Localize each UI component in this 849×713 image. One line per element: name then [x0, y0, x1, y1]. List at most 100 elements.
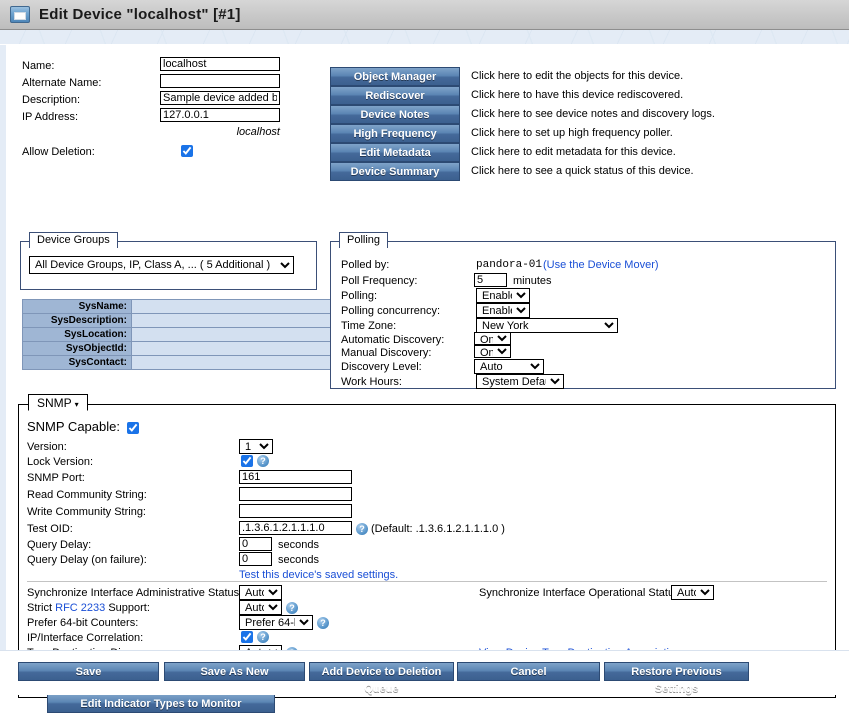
test-oid-label: Test OID:	[27, 523, 73, 535]
device-summary-button[interactable]: Device Summary	[330, 162, 460, 181]
table-row: SysName:	[22, 299, 331, 314]
hint-edit-metadata: Click here to edit metadata for this dev…	[471, 146, 676, 158]
cancel-button[interactable]: Cancel	[457, 662, 600, 681]
hint-rediscover: Click here to have this device rediscove…	[471, 89, 684, 101]
save-as-new-button[interactable]: Save As New	[164, 662, 305, 681]
syslocation-label: SysLocation:	[22, 327, 132, 342]
snmp-version-select[interactable]: 1	[239, 439, 273, 454]
restore-previous-settings-button[interactable]: Restore Previous Settings	[604, 662, 749, 695]
snmp-tab[interactable]: SNMP ▾	[28, 394, 88, 411]
test-saved-settings-link[interactable]: Test this device's saved settings.	[239, 569, 398, 581]
rfc-2233-link[interactable]: RFC 2233	[55, 602, 105, 614]
help-icon[interactable]: ?	[356, 523, 368, 535]
hint-object-manager: Click here to edit the objects for this …	[471, 70, 684, 82]
sysname-value	[131, 299, 331, 314]
allow-deletion-checkbox[interactable]	[181, 145, 193, 157]
device-groups-select[interactable]: All Device Groups, IP, Class A, ... ( 5 …	[29, 256, 294, 274]
device-groups-tab: Device Groups	[29, 232, 118, 248]
field-label-description: Description:	[22, 94, 81, 106]
description-input[interactable]	[160, 91, 280, 105]
query-delay-failure-input[interactable]	[239, 552, 272, 566]
polling-select[interactable]: Enabled	[476, 288, 530, 303]
polling-panel: Polling Polled by: pandora-01 (Use the D…	[330, 232, 836, 389]
discovery-level-label: Discovery Level:	[341, 361, 422, 373]
decorative-band	[0, 30, 849, 45]
help-icon[interactable]: ?	[257, 455, 269, 467]
snmp-tab-label: SNMP	[37, 396, 72, 410]
sysobjectid-label: SysObjectId:	[22, 341, 132, 356]
manual-discovery-select[interactable]: On	[474, 345, 511, 358]
snmp-capable-row: SNMP Capable:	[27, 419, 140, 435]
sync-oper-status-label: Synchronize Interface Operational Status…	[479, 587, 683, 599]
work-hours-label: Work Hours:	[341, 376, 402, 388]
poll-frequency-input[interactable]	[474, 273, 507, 287]
field-label-name: Name:	[22, 60, 55, 72]
work-hours-select[interactable]: System Default	[476, 374, 564, 389]
edit-indicator-types-button[interactable]: Edit Indicator Types to Monitor	[47, 693, 275, 713]
object-manager-button[interactable]: Object Manager	[330, 67, 460, 86]
chevron-down-icon[interactable]: ▾	[75, 400, 79, 409]
ip-interface-correlation-checkbox[interactable]	[241, 631, 253, 643]
edit-metadata-button[interactable]: Edit Metadata	[330, 143, 460, 162]
polling-tab: Polling	[339, 232, 389, 248]
help-icon[interactable]: ?	[317, 617, 329, 629]
allow-deletion-label: Allow Deletion:	[22, 146, 95, 158]
query-delay-failure-label: Query Delay (on failure):	[27, 554, 147, 566]
prefer-64bit-select[interactable]: Prefer 64-bit	[239, 615, 313, 630]
test-oid-input[interactable]	[239, 521, 352, 535]
add-to-deletion-queue-button[interactable]: Add Device to Deletion Queue	[309, 662, 454, 695]
table-row: SysObjectId:	[22, 341, 331, 356]
polled-by-value: pandora-01	[476, 259, 543, 271]
sync-oper-status-select[interactable]: Auto	[671, 585, 714, 600]
ip-address-input[interactable]	[160, 108, 280, 122]
device-basic-fields: Name: Alternate Name: Description: IP Ad…	[22, 57, 312, 160]
lock-version-checkbox[interactable]	[241, 455, 253, 467]
query-delay-input[interactable]	[239, 537, 272, 551]
manual-discovery-label: Manual Discovery:	[341, 347, 432, 359]
use-device-mover-link[interactable]: (Use the Device Mover)	[543, 259, 659, 271]
snmp-port-label: SNMP Port:	[27, 472, 85, 484]
automatic-discovery-select[interactable]: On	[474, 332, 511, 345]
write-community-label: Write Community String:	[27, 506, 146, 518]
high-frequency-poller-button[interactable]: High Frequency Poller	[330, 124, 460, 157]
device-folder-icon	[10, 6, 30, 23]
polling-concurrency-select[interactable]: Enabled	[476, 303, 530, 318]
polled-by-label: Polled by:	[341, 259, 390, 271]
sysname-label: SysName:	[22, 299, 132, 314]
test-oid-default-hint: (Default: .1.3.6.1.2.1.1.1.0 )	[371, 523, 505, 535]
polling-label: Polling:	[341, 290, 378, 302]
discovery-level-select[interactable]: Auto	[474, 359, 544, 374]
table-row: SysLocation:	[22, 327, 331, 342]
syscontact-label: SysContact:	[22, 355, 132, 370]
time-zone-select[interactable]: New York	[476, 318, 618, 333]
name-input[interactable]	[160, 57, 280, 71]
read-community-input[interactable]	[239, 487, 352, 501]
snmp-capable-checkbox[interactable]	[127, 422, 140, 435]
query-delay-unit: seconds	[278, 539, 319, 551]
hint-high-frequency-poller: Click here to set up high frequency poll…	[471, 127, 673, 139]
polling-concurrency-label: Polling concurrency:	[341, 305, 441, 317]
help-icon[interactable]: ?	[257, 631, 269, 643]
strict-rfc-prefix: Strict	[27, 602, 56, 614]
snmp-port-input[interactable]	[239, 470, 352, 484]
strict-rfc-label: Strict RFC 2233 Support:	[27, 602, 150, 614]
table-row: SysContact:	[22, 355, 331, 370]
resolved-hostname: localhost	[236, 126, 280, 138]
lock-version-label: Lock Version:	[27, 456, 94, 468]
help-icon[interactable]: ?	[286, 602, 298, 614]
hint-device-summary: Click here to see a quick status of this…	[471, 165, 694, 177]
sync-admin-status-select[interactable]: Auto	[239, 585, 282, 600]
sysdescription-value	[131, 313, 331, 328]
poll-frequency-label: Poll Frequency:	[341, 275, 418, 287]
page-body: Name: Alternate Name: Description: IP Ad…	[0, 45, 849, 713]
rediscover-button[interactable]: Rediscover	[330, 86, 460, 105]
query-delay-failure-unit: seconds	[278, 554, 319, 566]
save-button[interactable]: Save	[18, 662, 159, 681]
write-community-input[interactable]	[239, 504, 352, 518]
poll-frequency-unit: minutes	[513, 275, 552, 287]
sync-admin-status-label: Synchronize Interface Administrative Sta…	[27, 587, 243, 599]
strict-rfc-select[interactable]: Auto	[239, 600, 282, 615]
snmp-upper-settings: Version: 1 Lock Version: ? SNMP Port: Re…	[27, 439, 827, 583]
device-notes-button[interactable]: Device Notes	[330, 105, 460, 124]
alternate-name-input[interactable]	[160, 74, 280, 88]
